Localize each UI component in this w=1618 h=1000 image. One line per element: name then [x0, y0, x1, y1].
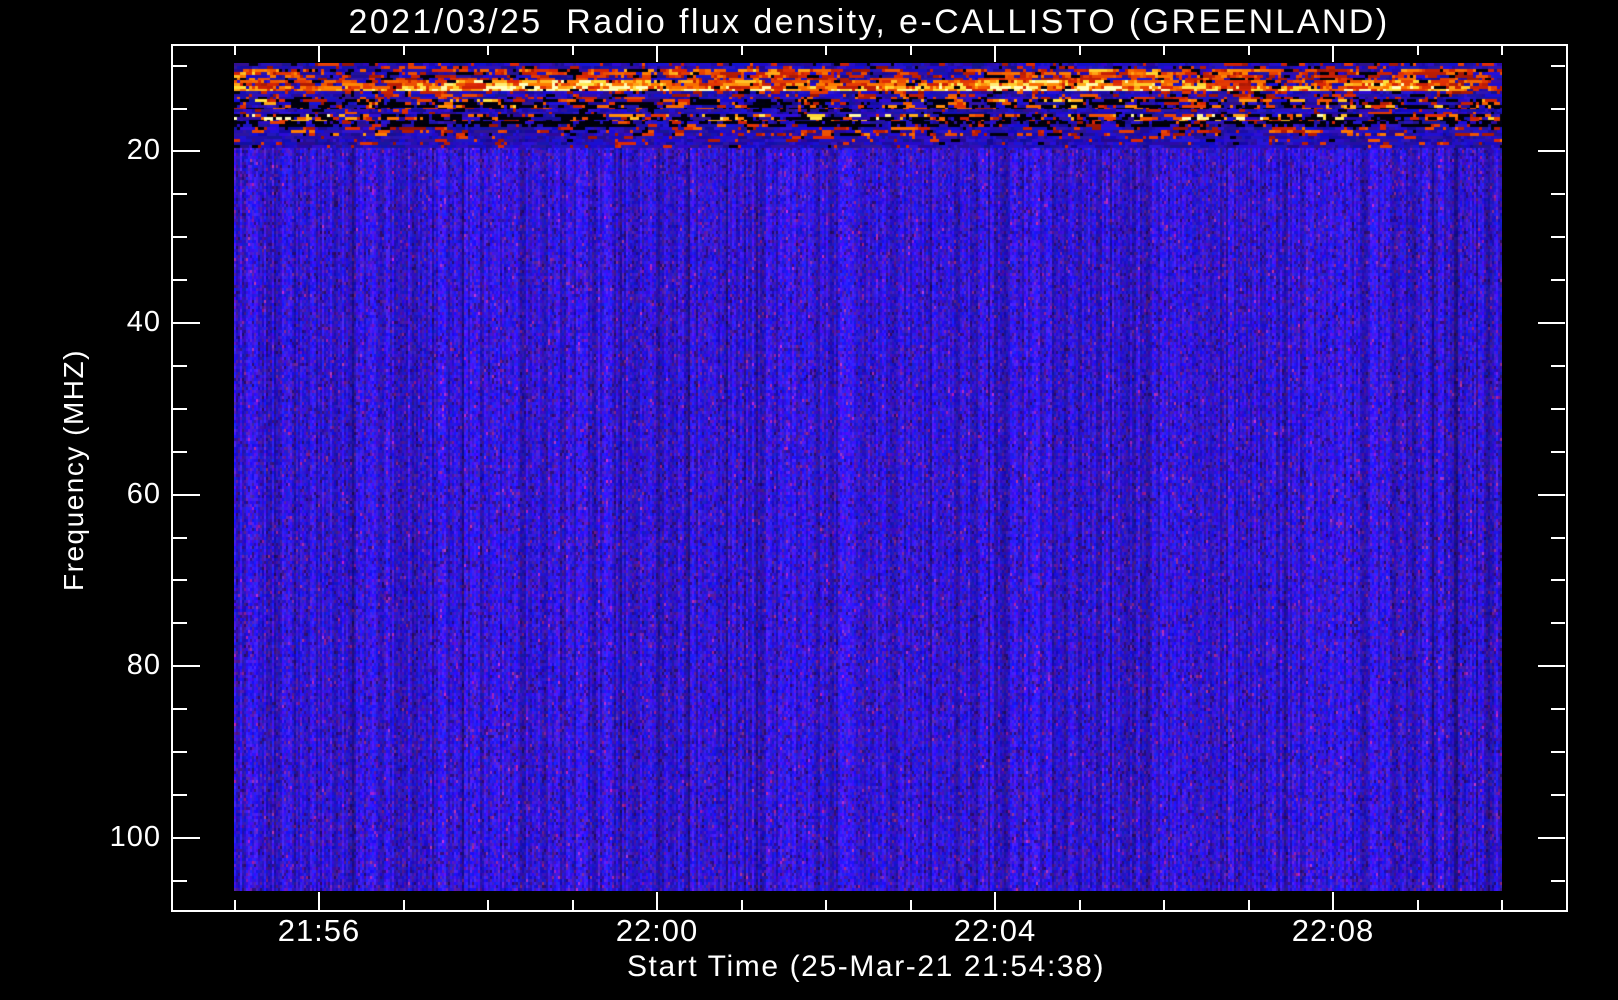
y-tick-minor: [1551, 708, 1565, 710]
x-tick-minor: [1248, 46, 1250, 55]
y-tick-minor: [173, 708, 187, 710]
x-tick-label: 21:56: [277, 913, 361, 948]
x-tick-label: 22:08: [1291, 913, 1375, 948]
x-tick-minor: [572, 900, 574, 910]
x-tick-minor: [825, 900, 827, 910]
x-tick-label: 22:04: [953, 913, 1037, 948]
y-tick-minor: [173, 408, 187, 410]
x-tick-minor: [1079, 900, 1081, 910]
y-tick-minor: [173, 794, 187, 796]
y-tick-minor: [173, 451, 187, 453]
x-tick-minor: [1501, 900, 1503, 910]
y-tick-minor: [1551, 880, 1565, 882]
y-tick-major: [173, 665, 200, 667]
y-tick-minor: [1551, 365, 1565, 367]
x-tick-minor: [1417, 46, 1419, 55]
y-tick-minor: [173, 880, 187, 882]
x-tick-major: [318, 892, 320, 910]
y-tick-minor: [173, 751, 187, 753]
x-tick-major: [1332, 892, 1334, 910]
y-tick-minor: [173, 365, 187, 367]
x-tick-minor: [403, 46, 405, 55]
y-tick-major: [173, 837, 200, 839]
x-tick-major: [994, 46, 996, 62]
x-tick-major: [318, 46, 320, 62]
y-tick-minor: [173, 236, 187, 238]
x-tick-major: [656, 46, 658, 62]
x-tick-minor: [234, 46, 236, 55]
x-tick-minor: [1079, 46, 1081, 55]
y-tick-major: [1538, 322, 1565, 324]
y-tick-major: [173, 494, 200, 496]
x-tick-minor: [1163, 900, 1165, 910]
y-tick-minor: [173, 537, 187, 539]
x-tick-minor: [741, 900, 743, 910]
spectrogram-image: [234, 63, 1502, 891]
x-tick-minor: [403, 900, 405, 910]
y-tick-label: 80: [126, 649, 161, 681]
x-tick-major: [994, 892, 996, 910]
y-tick-label: 40: [126, 306, 161, 338]
y-tick-minor: [1551, 65, 1565, 67]
y-tick-minor: [1551, 279, 1565, 281]
x-tick-minor: [487, 900, 489, 910]
x-tick-major: [1332, 46, 1334, 62]
x-tick-minor: [910, 46, 912, 55]
x-tick-minor: [1417, 900, 1419, 910]
y-tick-major: [1538, 665, 1565, 667]
x-tick-minor: [1501, 46, 1503, 55]
y-tick-minor: [1551, 751, 1565, 753]
y-tick-minor: [1551, 193, 1565, 195]
y-tick-minor: [1551, 236, 1565, 238]
y-tick-minor: [1551, 451, 1565, 453]
x-tick-minor: [741, 46, 743, 55]
x-tick-minor: [1163, 46, 1165, 55]
y-axis-title: Frequency (MHZ): [58, 349, 89, 591]
x-tick-minor: [572, 46, 574, 55]
x-tick-label: 22:00: [615, 913, 699, 948]
x-tick-minor: [234, 900, 236, 910]
y-tick-minor: [1551, 622, 1565, 624]
chart-title: 2021/03/25 Radio flux density, e-CALLIST…: [348, 3, 1390, 41]
y-tick-minor: [173, 579, 187, 581]
y-tick-minor: [173, 622, 187, 624]
x-tick-minor: [825, 46, 827, 55]
y-tick-minor: [1551, 579, 1565, 581]
x-tick-minor: [1248, 900, 1250, 910]
y-tick-minor: [1551, 408, 1565, 410]
y-tick-major: [1538, 837, 1565, 839]
y-tick-minor: [173, 279, 187, 281]
x-axis-title: Start Time (25-Mar-21 21:54:38): [626, 950, 1106, 983]
y-tick-label: 100: [109, 821, 161, 853]
y-tick-minor: [173, 193, 187, 195]
spectrogram-screen: 2021/03/25 Radio flux density, e-CALLIST…: [0, 0, 1618, 1000]
y-tick-major: [173, 150, 200, 152]
y-tick-major: [1538, 494, 1565, 496]
y-tick-minor: [1551, 108, 1565, 110]
x-tick-major: [656, 892, 658, 910]
y-tick-minor: [173, 108, 187, 110]
y-tick-label: 20: [126, 134, 161, 166]
y-tick-minor: [1551, 537, 1565, 539]
y-tick-major: [1538, 150, 1565, 152]
x-tick-minor: [487, 46, 489, 55]
y-tick-minor: [173, 65, 187, 67]
x-tick-minor: [910, 900, 912, 910]
y-tick-minor: [1551, 794, 1565, 796]
y-tick-major: [173, 322, 200, 324]
